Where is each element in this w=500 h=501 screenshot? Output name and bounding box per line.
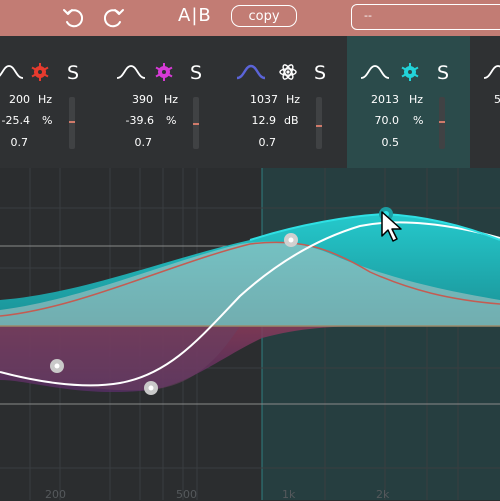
frequency-unit: Hz [38, 93, 53, 106]
ab-compare-toggle[interactable]: A|B [178, 5, 212, 26]
meter-level-tick [193, 123, 199, 125]
band-level-meter [439, 97, 445, 149]
band-enable-icon[interactable] [30, 62, 50, 82]
freq-axis-label: 1k [282, 488, 296, 501]
meter-level-tick [439, 121, 445, 123]
bell-shape-icon[interactable] [0, 64, 24, 80]
frequency-unit: Hz [286, 93, 301, 106]
band-4-panel[interactable]: S 2013 Hz 70.0 % 0.5 [347, 36, 470, 168]
undo-icon[interactable] [60, 4, 86, 30]
band-q[interactable]: 0.5 [363, 136, 400, 149]
band-controls-strip: S 200 Hz -25.4 % 0.7 S 390 Hz -39.6 % 0.… [0, 36, 500, 168]
frequency-unit: Hz [164, 93, 179, 106]
bell-shape-icon[interactable] [116, 64, 146, 80]
band-gain[interactable]: -25.4 [0, 114, 30, 127]
bell-shape-icon[interactable] [360, 64, 390, 80]
copy-button[interactable]: copy [231, 5, 297, 27]
freq-axis-label: 2k [376, 488, 390, 501]
solo-button[interactable]: S [67, 62, 79, 84]
band-node-3[interactable] [284, 233, 298, 247]
band-level-meter [193, 97, 199, 149]
band-enable-icon[interactable] [400, 62, 420, 82]
redo-icon[interactable] [101, 4, 127, 30]
top-toolbar: A|B copy -- [0, 0, 500, 36]
band-node-2[interactable] [144, 381, 158, 395]
band-level-meter [69, 97, 75, 149]
gain-unit: % [413, 114, 424, 127]
band-node-1[interactable] [50, 359, 64, 373]
band-level-meter [316, 97, 322, 149]
band-frequency[interactable]: 5 [494, 93, 500, 106]
band-3-panel[interactable]: S 1037 Hz 12.9 dB 0.7 [232, 36, 342, 168]
band-5-panel[interactable]: 5 [470, 36, 500, 168]
bell-shape-icon[interactable] [236, 64, 266, 80]
band-frequency[interactable]: 200 [0, 93, 30, 106]
band-q[interactable]: 0.7 [246, 136, 277, 149]
solo-button[interactable]: S [190, 62, 202, 84]
band-gain[interactable]: -39.6 [112, 114, 154, 127]
band-gain[interactable]: 70.0 [363, 114, 400, 127]
band-q[interactable]: 0.7 [122, 136, 153, 149]
frequency-unit: Hz [409, 93, 424, 106]
band-frequency[interactable]: 1037 [242, 93, 278, 106]
meter-level-tick [316, 125, 322, 127]
band-enable-icon[interactable] [154, 62, 174, 82]
bell-shape-icon[interactable] [483, 64, 500, 80]
band-q[interactable]: 0.7 [0, 136, 29, 149]
gain-unit: dB [284, 114, 299, 127]
mouse-pointer-icon [381, 211, 402, 242]
freq-axis-label: 500 [176, 488, 197, 501]
preset-selector[interactable]: -- [351, 4, 500, 30]
band-1-panel[interactable]: S 200 Hz -25.4 % 0.7 [0, 36, 100, 168]
band-gain[interactable]: 12.9 [242, 114, 277, 127]
gain-unit: % [42, 114, 53, 127]
meter-level-tick [69, 121, 75, 123]
solo-button[interactable]: S [314, 62, 326, 84]
band-2-panel[interactable]: S 390 Hz -39.6 % 0.7 [112, 36, 222, 168]
freq-axis-label: 200 [45, 488, 66, 501]
eq-curve-display[interactable] [0, 168, 500, 500]
band-frequency[interactable]: 390 [120, 93, 153, 106]
gain-unit: % [166, 114, 177, 127]
band-frequency[interactable]: 2013 [363, 93, 399, 106]
band-settings-icon[interactable] [278, 62, 298, 82]
solo-button[interactable]: S [437, 62, 449, 84]
